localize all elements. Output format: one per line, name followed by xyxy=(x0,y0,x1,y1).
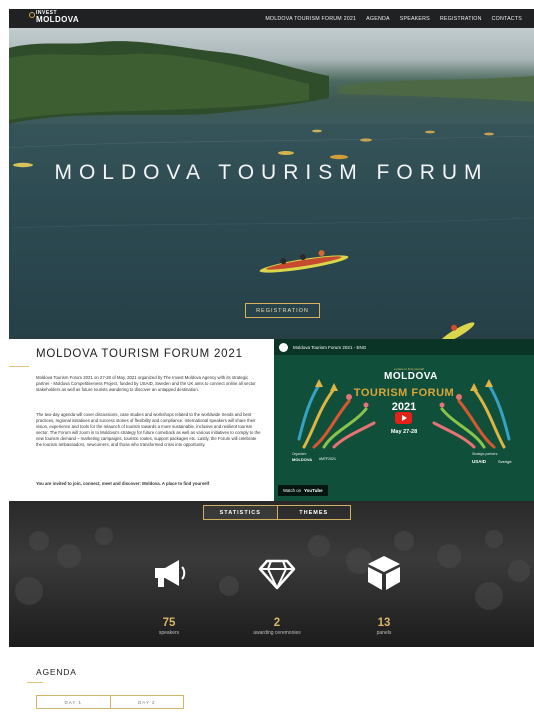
nav-item-contacts[interactable]: CONTACTS xyxy=(492,16,522,22)
invest-moldova-logo[interactable]: INVEST MOLDOVA xyxy=(29,11,80,24)
tab-themes[interactable]: THEMES xyxy=(278,506,351,519)
page: INVEST MOLDOVA MOLDOVA TOURISM FORUM 202… xyxy=(9,0,534,712)
tab-day-2[interactable]: DAY 2 xyxy=(111,696,184,708)
stat-ceremonies: 2 awarding ceremonies xyxy=(232,553,322,636)
watch-on-label: Watch on xyxy=(283,488,301,493)
stat-speakers: 75 speakers xyxy=(124,553,214,636)
nav-item-forum[interactable]: MOLDOVA TOURISM FORUM 2021 xyxy=(265,16,356,22)
hero-title: MOLDOVA TOURISM FORUM xyxy=(54,161,489,184)
agenda-underline xyxy=(27,682,43,683)
stat-panels: 13 panels xyxy=(339,553,429,636)
tab-day-1[interactable]: DAY 1 xyxy=(37,696,111,708)
megaphone-icon xyxy=(155,560,186,587)
stat-value: 13 xyxy=(377,617,391,629)
cube-icon xyxy=(368,556,400,590)
youtube-logo: YouTube xyxy=(304,488,323,493)
intro-section: MOLDOVA TOURISM FORUM 2021 Moldova Touri… xyxy=(9,339,274,501)
youtube-video-embed[interactable]: Moldova Tourism Forum 2021 - ENG a place… xyxy=(274,339,534,501)
video-forum-text: TOURISM FORUM xyxy=(353,387,455,399)
stats-tabs: STATISTICS THEMES xyxy=(203,505,351,520)
logo-main-text: MOLDOVA xyxy=(36,15,80,24)
watch-on-youtube-button[interactable]: Watch on YouTube xyxy=(278,485,328,496)
stat-label: panels xyxy=(376,630,392,636)
organizer-name: MOLDOVA xyxy=(292,457,313,462)
channel-avatar[interactable] xyxy=(279,342,288,352)
logo-emblem-icon xyxy=(29,12,35,18)
video-brand: a place to find yourself MOLDOVA xyxy=(384,367,438,382)
top-navbar: INVEST MOLDOVA MOLDOVA TOURISM FORUM 202… xyxy=(9,9,534,28)
agenda-day-tabs: DAY 1 DAY 2 xyxy=(36,695,184,709)
intro-heading: MOLDOVA TOURISM FORUM 2021 xyxy=(36,348,243,360)
sweden-logo: Sverige xyxy=(498,459,512,464)
intro-paragraph-1: Moldova Tourism Forum 2021 on 27-28 of M… xyxy=(36,375,256,392)
intro-paragraph-3: You are invited to join, connect, meet a… xyxy=(36,481,210,486)
statistics-section: STATISTICS THEMES 75 speakers 2 awarding… xyxy=(9,501,534,647)
hero-registration-button[interactable]: REGISTRATION xyxy=(245,303,320,318)
video-title[interactable]: Moldova Tourism Forum 2021 - ENG xyxy=(293,345,366,350)
video-dates-text: May 27-28 xyxy=(390,429,418,435)
main-menu: MOLDOVA TOURISM FORUM 2021 AGENDA SPEAKE… xyxy=(265,9,522,28)
nav-item-registration[interactable]: REGISTRATION xyxy=(440,16,482,22)
organizer-label: Organizer: xyxy=(292,452,307,456)
diamond-icon xyxy=(258,559,296,590)
partners-label: Strategic partners: xyxy=(472,452,499,456)
video-header-bar: Moldova Tourism Forum 2021 - ENG xyxy=(274,339,534,355)
brand-name: MOLDOVA xyxy=(384,371,438,382)
agenda-heading: AGENDA xyxy=(36,667,77,677)
youtube-play-icon[interactable] xyxy=(395,412,412,424)
usaid-logo: USAID xyxy=(472,459,487,464)
stat-label: speakers xyxy=(158,630,180,636)
hashtag: #MTF2021 xyxy=(319,457,336,461)
stat-value: 2 xyxy=(273,617,281,629)
tab-statistics[interactable]: STATISTICS xyxy=(204,506,278,519)
hero-banner: MOLDOVA TOURISM FORUM REGISTRATION xyxy=(9,28,534,339)
stat-label: awarding ceremonies xyxy=(253,630,301,636)
heading-underline xyxy=(9,366,29,367)
stat-value: 75 xyxy=(162,617,176,629)
nav-item-agenda[interactable]: AGENDA xyxy=(366,16,390,22)
nav-item-speakers[interactable]: SPEAKERS xyxy=(400,16,430,22)
intro-paragraph-2: The two-day agenda will cover discussion… xyxy=(36,412,261,447)
